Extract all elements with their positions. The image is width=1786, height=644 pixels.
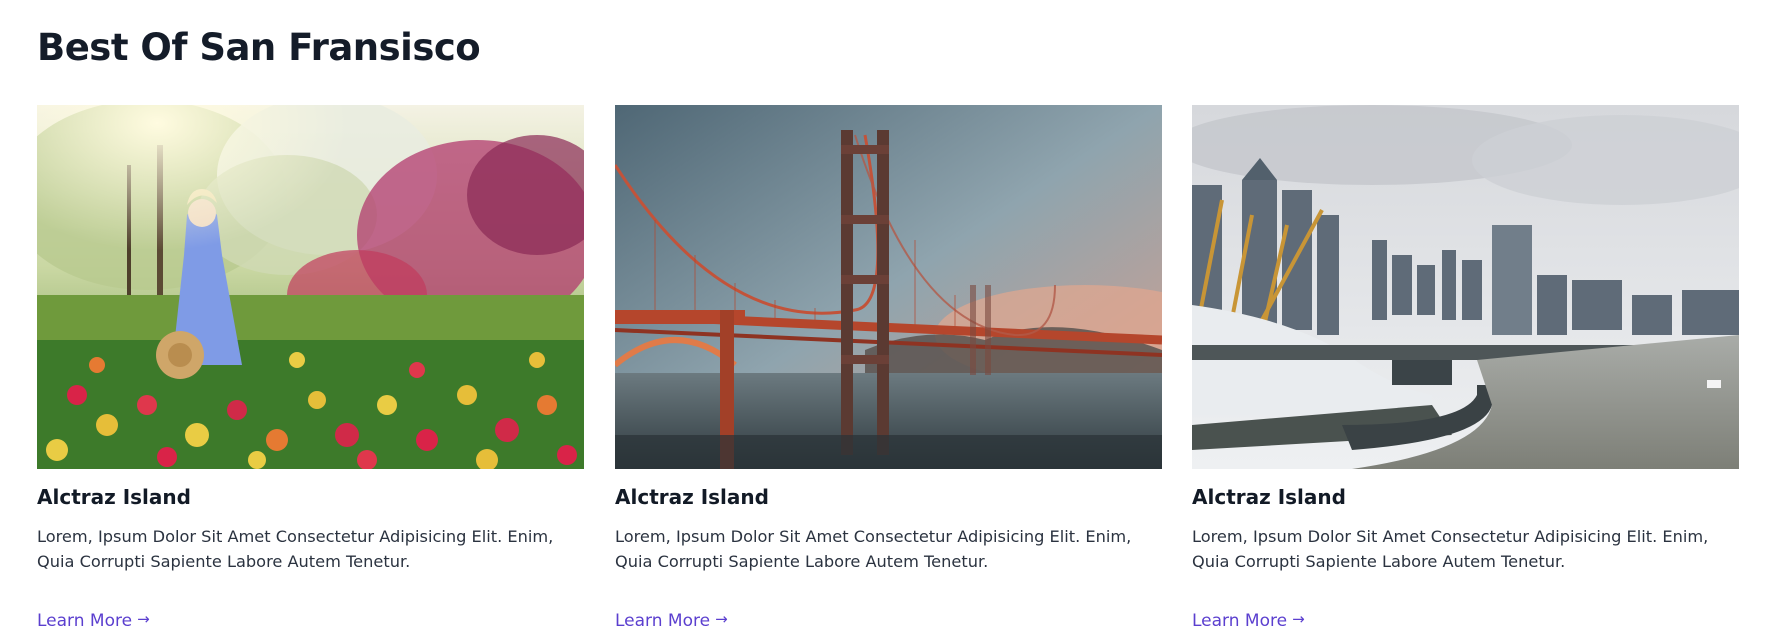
card-title: Alctraz Island — [615, 485, 769, 509]
city-waterfront-image — [1192, 105, 1739, 469]
city-waterfront-photo[interactable] — [1192, 105, 1739, 469]
tulip-garden-photo[interactable] — [37, 105, 584, 469]
best-of-section: Best Of San Fransisco Alctraz Island Lor… — [37, 0, 1749, 644]
learn-more-label: Learn More — [615, 611, 711, 631]
card-description: Lorem, Ipsum Dolor Sit Amet Consectetur … — [615, 527, 1132, 571]
arrow-right-icon: → — [137, 610, 150, 628]
card-description: Lorem, Ipsum Dolor Sit Amet Consectetur … — [1192, 527, 1709, 571]
card-description: Lorem, Ipsum Dolor Sit Amet Consectetur … — [37, 527, 554, 571]
card-title: Alctraz Island — [37, 485, 191, 509]
tulip-garden-image — [37, 105, 584, 469]
card-title: Alctraz Island — [1192, 485, 1346, 509]
place-card: Alctraz Island Lorem, Ipsum Dolor Sit Am… — [615, 105, 1162, 635]
learn-more-label: Learn More — [1192, 611, 1288, 631]
learn-more-link[interactable]: Learn More → — [615, 608, 728, 634]
golden-gate-bridge-photo[interactable] — [615, 105, 1162, 469]
learn-more-link[interactable]: Learn More → — [1192, 608, 1305, 634]
place-card: Alctraz Island Lorem, Ipsum Dolor Sit Am… — [1192, 105, 1739, 635]
place-card: Alctraz Island Lorem, Ipsum Dolor Sit Am… — [37, 105, 584, 635]
learn-more-link[interactable]: Learn More → — [37, 608, 150, 634]
learn-more-label: Learn More — [37, 611, 133, 631]
section-title: Best Of San Fransisco — [37, 26, 481, 69]
arrow-right-icon: → — [1292, 610, 1305, 628]
golden-gate-bridge-image — [615, 105, 1162, 469]
card-grid: Alctraz Island Lorem, Ipsum Dolor Sit Am… — [37, 105, 1749, 644]
arrow-right-icon: → — [715, 610, 728, 628]
